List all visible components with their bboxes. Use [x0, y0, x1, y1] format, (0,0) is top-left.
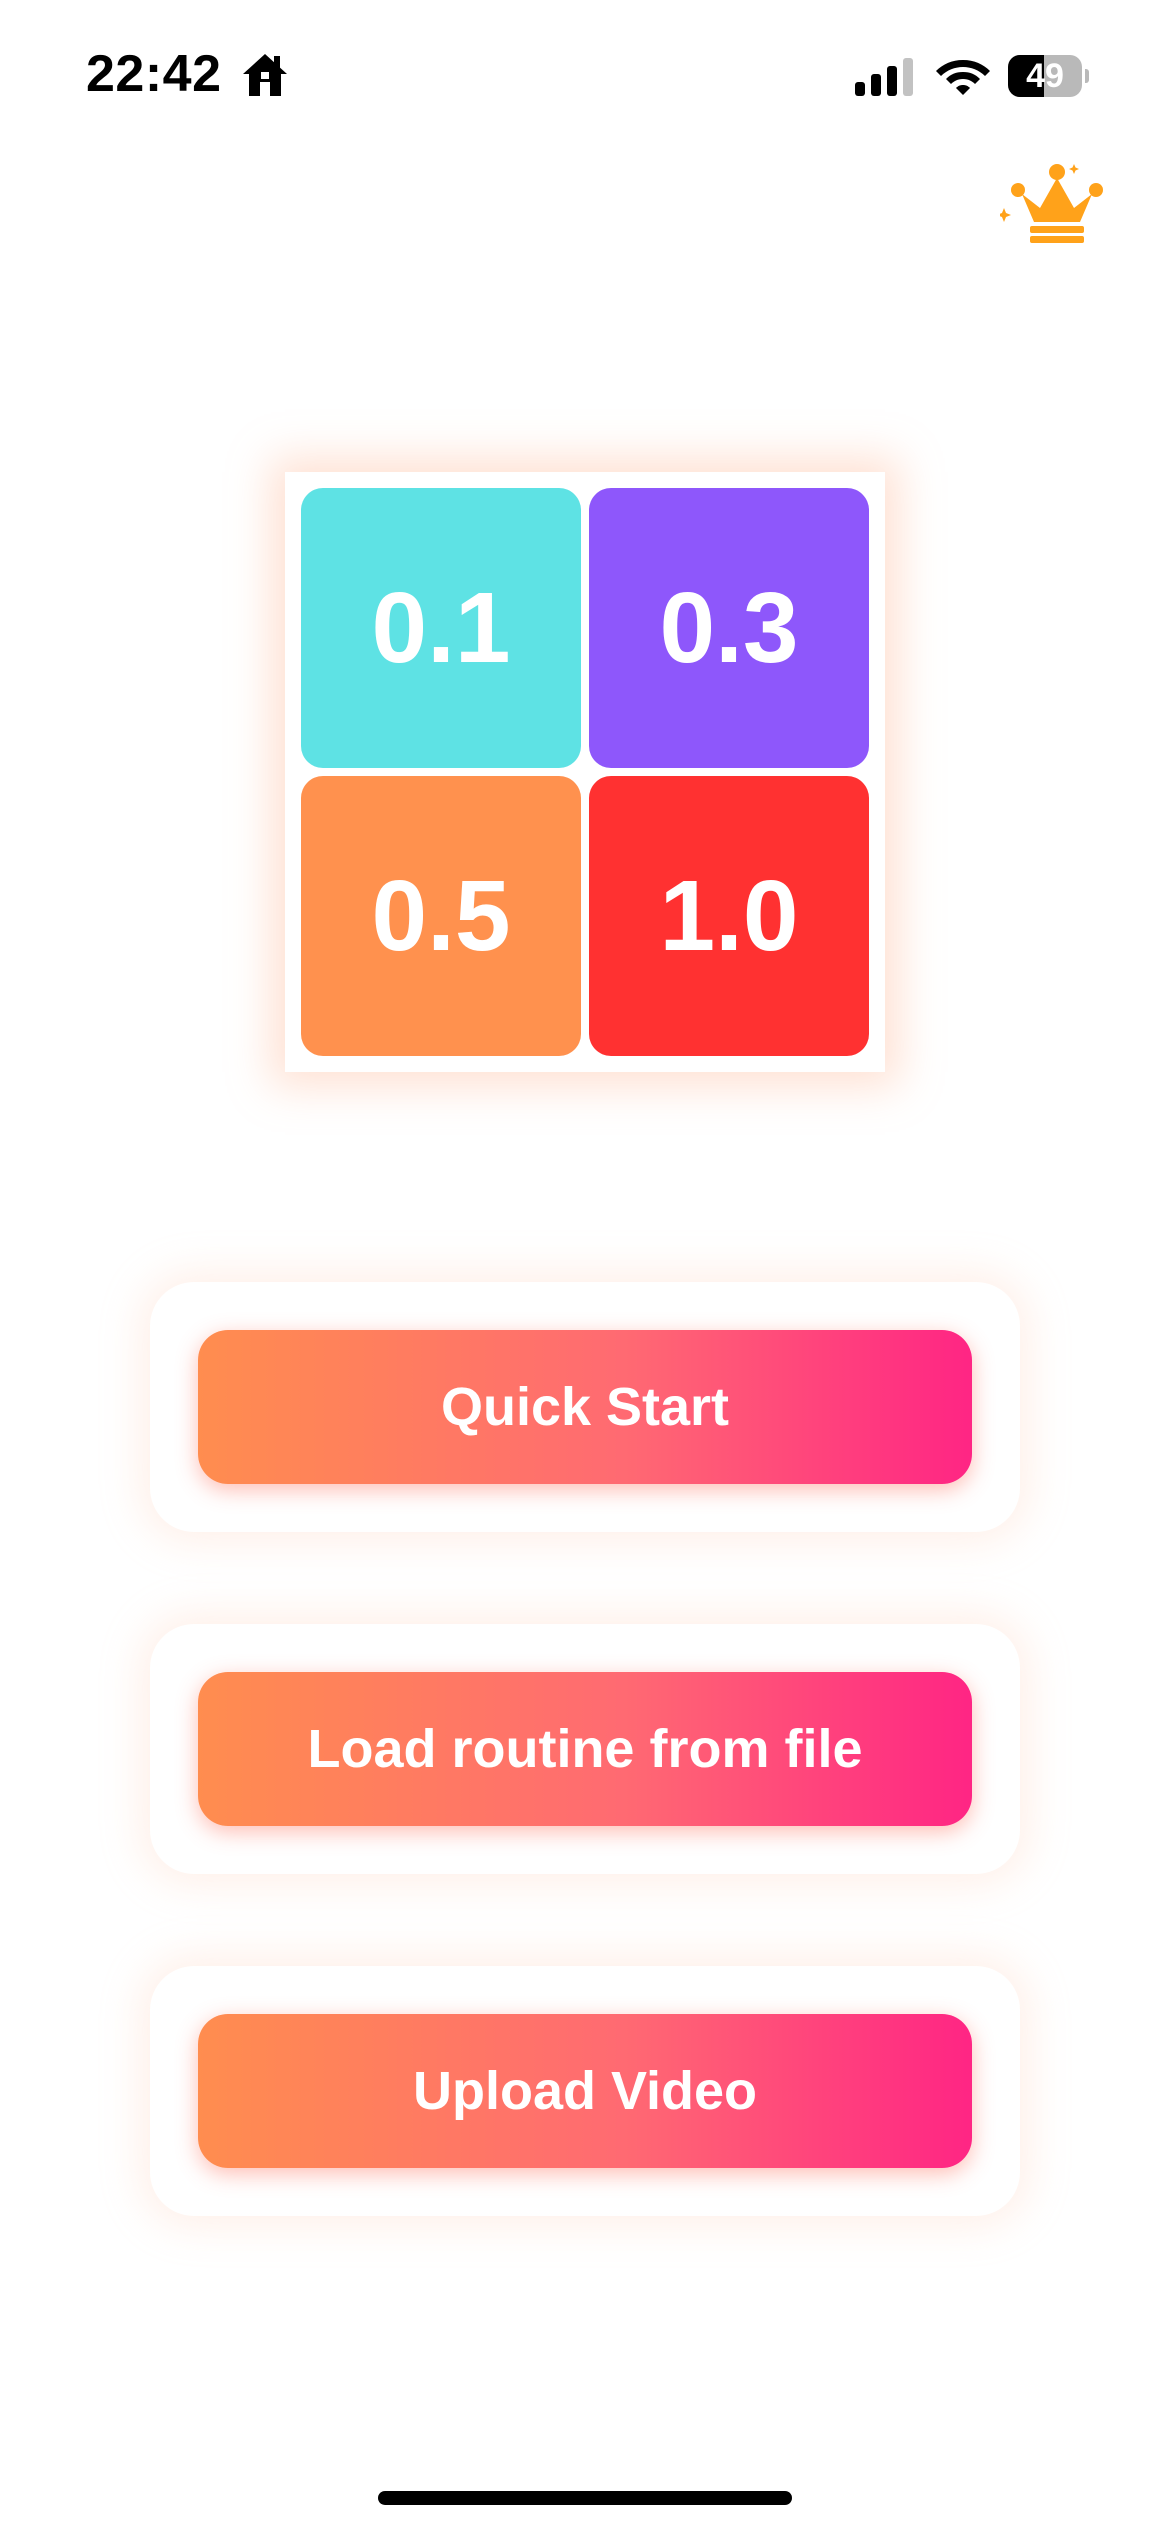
battery-indicator: 49 [1008, 55, 1089, 97]
status-time: 22:42 [86, 45, 222, 103]
house-icon [243, 54, 287, 96]
grid-cell-0-3: 0.3 [589, 488, 869, 768]
upload-video-button[interactable]: Upload Video [198, 2014, 972, 2168]
cellular-signal-icon [855, 58, 913, 96]
grid-cell-0-5: 0.5 [301, 776, 581, 1056]
grid-cell-1-0: 1.0 [589, 776, 869, 1056]
quick-start-card: Quick Start [150, 1282, 1020, 1532]
status-bar: 22:42 49 [0, 0, 1170, 150]
battery-tip [1085, 69, 1089, 83]
grid-cell-0-1: 0.1 [301, 488, 581, 768]
upload-video-card: Upload Video [150, 1966, 1020, 2216]
battery-level-text: 49 [1026, 57, 1064, 95]
logo-grid: 0.1 0.3 0.5 1.0 [285, 472, 885, 1072]
wifi-icon [936, 60, 990, 95]
home-indicator[interactable] [378, 2491, 792, 2505]
crown-icon[interactable] [1000, 158, 1112, 246]
load-routine-card: Load routine from file [150, 1624, 1020, 1874]
load-routine-button[interactable]: Load routine from file [198, 1672, 972, 1826]
quick-start-button[interactable]: Quick Start [198, 1330, 972, 1484]
battery-body: 49 [1008, 55, 1082, 97]
